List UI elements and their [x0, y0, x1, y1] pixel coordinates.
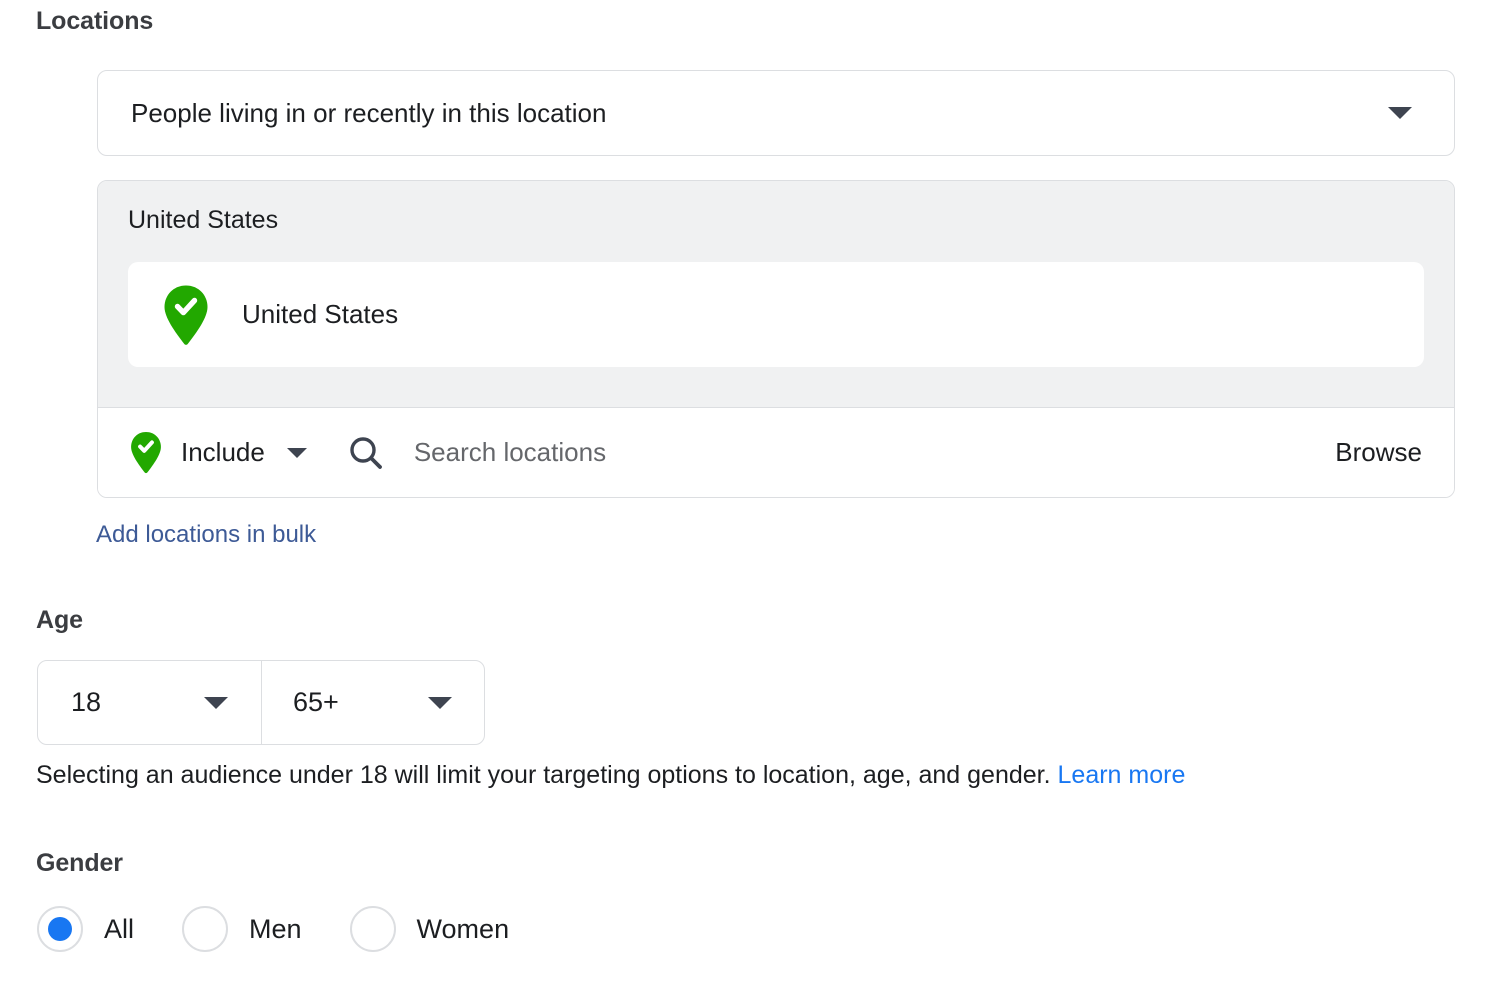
- location-include-row: Include Browse: [98, 408, 1454, 497]
- chevron-down-icon: [1388, 107, 1454, 119]
- gender-option-women-label: Women: [416, 913, 510, 944]
- chevron-down-icon: [286, 447, 307, 458]
- chevron-down-icon: [204, 696, 261, 709]
- green-map-pin-check-icon: [130, 431, 162, 474]
- location-type-dropdown[interactable]: People living in or recently in this loc…: [97, 70, 1455, 156]
- gender-option-men[interactable]: Men: [182, 906, 302, 952]
- browse-button[interactable]: Browse: [1335, 437, 1424, 468]
- age-max-dropdown[interactable]: 65+: [262, 661, 485, 744]
- gender-radio-group: All Men Women: [37, 906, 557, 952]
- search-locations-input[interactable]: [413, 437, 1336, 468]
- age-note-text: Selecting an audience under 18 will limi…: [36, 761, 1051, 789]
- gender-option-all-label: All: [104, 913, 135, 944]
- selected-location-item[interactable]: United States: [128, 262, 1424, 367]
- radio-icon: [349, 906, 396, 952]
- green-map-pin-check-icon: [163, 284, 209, 346]
- include-mode-dropdown[interactable]: Include: [130, 431, 307, 474]
- age-max-value: 65+: [293, 687, 339, 717]
- learn-more-link[interactable]: Learn more: [1058, 761, 1186, 789]
- locations-section-title: Locations: [36, 7, 154, 35]
- radio-icon: [37, 906, 83, 952]
- gender-option-all[interactable]: All: [37, 906, 134, 952]
- age-restriction-note: Selecting an audience under 18 will limi…: [36, 761, 1185, 790]
- selected-locations-group-label: United States: [128, 206, 279, 234]
- selected-location-name: United States: [242, 299, 399, 329]
- chevron-down-icon: [428, 696, 485, 709]
- audience-targeting-form: Locations People living in or recently i…: [0, 0, 1490, 984]
- gender-option-men-label: Men: [249, 913, 302, 944]
- age-min-dropdown[interactable]: 18: [38, 661, 262, 744]
- age-section-title: Age: [36, 606, 83, 634]
- selected-locations-panel: United States United States: [98, 181, 1454, 408]
- add-locations-in-bulk-link[interactable]: Add locations in bulk: [96, 521, 316, 549]
- search-icon: [347, 434, 385, 472]
- age-range-control: 18 65+: [37, 660, 485, 745]
- locations-card: United States United States Include Sear…: [97, 180, 1455, 498]
- include-mode-label: Include: [181, 437, 265, 467]
- gender-section-title: Gender: [36, 849, 123, 877]
- age-min-value: 18: [71, 687, 102, 717]
- radio-icon: [182, 906, 229, 952]
- gender-option-women[interactable]: Women: [349, 906, 510, 952]
- location-type-value: People living in or recently in this loc…: [131, 97, 607, 128]
